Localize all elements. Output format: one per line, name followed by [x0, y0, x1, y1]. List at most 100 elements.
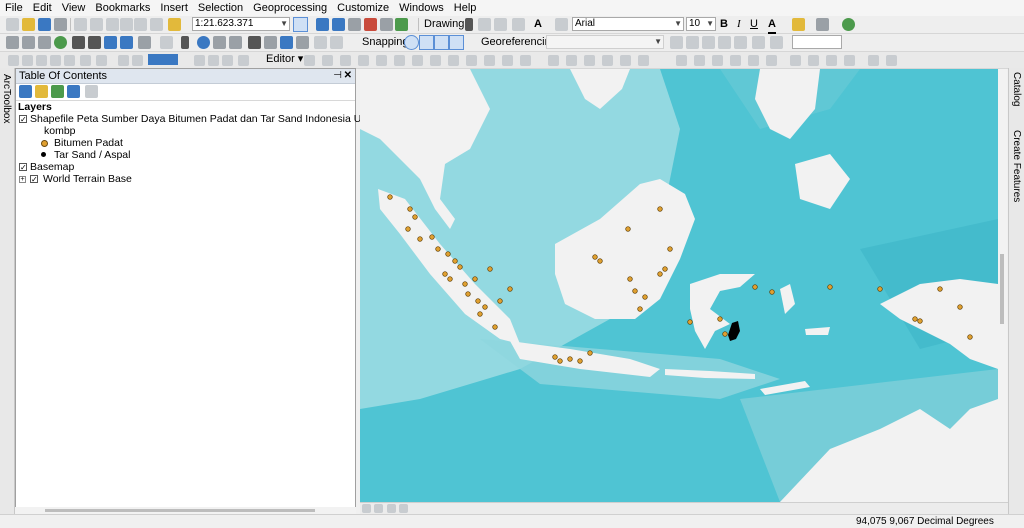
bitumen-point[interactable] — [465, 291, 471, 297]
bitumen-point[interactable] — [462, 281, 468, 287]
solve-icon[interactable] — [638, 55, 649, 66]
go-forward-icon[interactable] — [120, 36, 133, 49]
bitumen-point[interactable] — [662, 266, 668, 272]
select-elements-icon[interactable] — [181, 36, 189, 49]
arctoolbox-tab[interactable]: ArcToolbox — [1, 74, 12, 123]
validate-icon[interactable] — [730, 55, 741, 66]
world-terrain-checkbox[interactable]: ✓ — [30, 175, 38, 184]
toc-options-icon[interactable] — [85, 85, 98, 98]
menu-edit[interactable]: Edit — [28, 0, 57, 16]
fix-topology-icon[interactable] — [748, 55, 759, 66]
bitumen-point[interactable] — [457, 264, 463, 270]
measure-icon[interactable] — [264, 36, 277, 49]
georef-options-icon[interactable] — [770, 36, 783, 49]
html-popup-icon[interactable] — [213, 36, 226, 49]
bitumen-point[interactable] — [642, 294, 648, 300]
close-icon[interactable]: ✕ — [344, 69, 352, 83]
symbology-icon[interactable] — [886, 55, 897, 66]
bitumen-point[interactable] — [717, 316, 723, 322]
bitumen-point[interactable] — [912, 316, 918, 322]
editor-toolbar-icon[interactable] — [293, 17, 308, 32]
go-back-icon[interactable] — [104, 36, 117, 49]
bitumen-point[interactable] — [769, 289, 775, 295]
change-layout-icon[interactable] — [194, 55, 205, 66]
edge-snapping-icon[interactable] — [449, 35, 464, 50]
bitumen-point[interactable] — [407, 206, 413, 212]
underline-button[interactable]: U — [750, 17, 758, 32]
bitumen-point[interactable] — [937, 286, 943, 292]
menu-bookmarks[interactable]: Bookmarks — [90, 0, 155, 16]
bitumen-point[interactable] — [452, 258, 458, 264]
densify-icon[interactable] — [844, 55, 855, 66]
basemap-visibility-checkbox[interactable]: ✓ — [19, 163, 27, 172]
layers-data-frame[interactable]: Layers — [18, 101, 52, 113]
trace-icon[interactable] — [376, 55, 387, 66]
map-scale-combo[interactable]: 1:21.623.371 ▼ — [192, 17, 290, 31]
bitumen-point[interactable] — [487, 266, 493, 272]
model-builder-icon[interactable] — [395, 18, 408, 31]
rectangle-icon[interactable] — [512, 18, 525, 31]
viewer-icon[interactable] — [752, 36, 765, 49]
fixed-zoom-out-icon[interactable] — [88, 36, 101, 49]
error-inspector-icon[interactable] — [766, 55, 777, 66]
cut-polygons-icon[interactable] — [448, 55, 459, 66]
zoom-percent-combo[interactable] — [148, 54, 178, 65]
end-snapping-icon[interactable] — [419, 35, 434, 50]
barrier-icon[interactable] — [620, 55, 631, 66]
map-vertical-scrollbar[interactable] — [998, 69, 1007, 502]
find-icon[interactable] — [248, 36, 261, 49]
zoom-100-icon[interactable] — [50, 55, 61, 66]
bitumen-point[interactable] — [412, 214, 418, 220]
search-window-icon[interactable] — [348, 18, 361, 31]
bitumen-point[interactable] — [442, 271, 448, 277]
network-icon[interactable] — [584, 55, 595, 66]
layer-visibility-checkbox[interactable]: ✓ — [19, 115, 27, 124]
topology-icon[interactable] — [676, 55, 687, 66]
rotate-tool-icon[interactable] — [484, 55, 495, 66]
menu-view[interactable]: View — [57, 0, 91, 16]
pin-icon[interactable]: ⊣ — [333, 69, 342, 83]
font-color-button[interactable]: A — [768, 17, 776, 34]
bitumen-point[interactable] — [827, 284, 833, 290]
toggle-draft-icon[interactable] — [118, 55, 129, 66]
flag-icon[interactable] — [602, 55, 613, 66]
edit-vertices-icon[interactable] — [555, 18, 568, 31]
bitumen-point[interactable] — [627, 276, 633, 282]
bitumen-point[interactable] — [577, 358, 583, 364]
smooth-icon[interactable] — [826, 55, 837, 66]
editor-menu[interactable]: Editor ▾ — [266, 52, 303, 67]
select-elements-icon[interactable] — [465, 18, 473, 31]
full-extent-icon[interactable] — [54, 36, 67, 49]
identify-icon[interactable] — [197, 36, 210, 49]
pause-drawing-icon[interactable] — [399, 504, 408, 513]
zoom-in-icon[interactable] — [6, 36, 19, 49]
edit-annotation-icon[interactable] — [340, 55, 351, 66]
route-icon[interactable] — [566, 55, 577, 66]
bitumen-point[interactable] — [429, 234, 435, 240]
bitumen-point[interactable] — [405, 226, 411, 232]
print-icon[interactable] — [54, 18, 67, 31]
bitumen-point[interactable] — [445, 251, 451, 257]
bitumen-point[interactable] — [667, 246, 673, 252]
italic-button[interactable]: I — [737, 17, 741, 32]
catalog-tab[interactable]: Catalog — [1011, 72, 1022, 106]
data-driven-pages-icon[interactable] — [208, 55, 219, 66]
font-name-combo[interactable]: Arial ▼ — [572, 17, 684, 31]
bitumen-point[interactable] — [447, 276, 453, 282]
shift-icon[interactable] — [686, 36, 699, 49]
bitumen-point[interactable] — [557, 358, 563, 364]
straight-segment-icon[interactable] — [322, 55, 333, 66]
bitumen-point[interactable] — [507, 286, 513, 292]
point-snapping-icon[interactable] — [404, 35, 419, 50]
bitumen-point[interactable] — [552, 354, 558, 360]
bitumen-point[interactable] — [482, 304, 488, 310]
menu-help[interactable]: Help — [449, 0, 482, 16]
bitumen-point[interactable] — [387, 194, 393, 200]
refresh-icon[interactable] — [387, 504, 396, 513]
bitumen-point[interactable] — [657, 206, 663, 212]
bitumen-point[interactable] — [687, 319, 693, 325]
select-features-icon[interactable] — [138, 36, 151, 49]
bitumen-point[interactable] — [477, 311, 483, 317]
rotate-icon[interactable] — [478, 18, 491, 31]
bitumen-point[interactable] — [917, 318, 923, 324]
